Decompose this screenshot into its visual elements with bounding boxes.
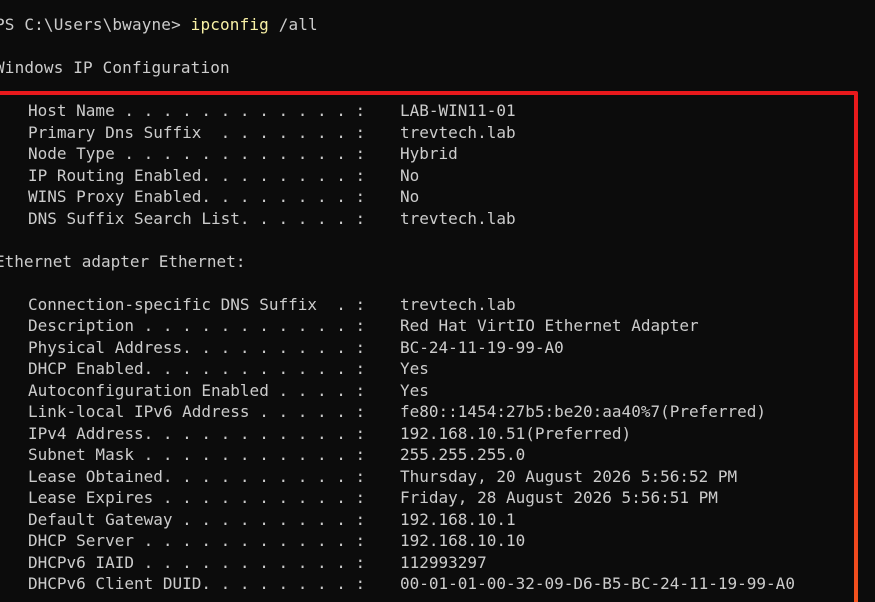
config-value: trevtech.lab xyxy=(400,294,516,314)
config-value: LAB-WIN11-01 xyxy=(400,101,516,120)
config-value: 192.168.10.1 xyxy=(400,509,516,529)
config-value: Thursday, 20 August 2026 5:56:52 PM xyxy=(400,466,738,486)
config-value: 192.168.10.10 xyxy=(400,531,526,550)
config-value: Friday, 28 August 2026 5:56:51 PM xyxy=(400,488,718,507)
config-label: DHCPv6 IAID . . . . . . . . . . . : xyxy=(28,552,366,572)
config-label: Host Name . . . . . . . . . . . . : xyxy=(28,101,366,120)
config-label: Primary Dns Suffix . . . . . . . : xyxy=(28,122,366,142)
config-value: fe80::1454:27b5:be20:aa40%7(Preferred) xyxy=(400,402,767,421)
config-label: Physical Address. . . . . . . . . : xyxy=(28,337,366,357)
config-label: Connection-specific DNS Suffix . : xyxy=(28,294,366,314)
command-text: ipconfig xyxy=(190,15,269,34)
config-label: Autoconfiguration Enabled . . . . : xyxy=(28,380,366,400)
config-label: Default Gateway . . . . . . . . . : xyxy=(28,509,366,529)
config-label: Node Type . . . . . . . . . . . . : xyxy=(28,144,366,163)
config-label: WINS Proxy Enabled. . . . . . . . : xyxy=(28,187,366,206)
config-label: Lease Expires . . . . . . . . . . : xyxy=(28,488,366,507)
config-label: IPv4 Address. . . . . . . . . . . : xyxy=(28,423,366,443)
config-label: DHCP Enabled. . . . . . . . . . . : xyxy=(28,359,366,378)
command-args: /all xyxy=(268,15,318,34)
config-value: No xyxy=(400,165,420,185)
config-value: 192.168.10.51(Preferred) xyxy=(400,423,632,443)
config-label: DHCPv6 Client DUID. . . . . . . . : xyxy=(28,574,366,593)
config-value: No xyxy=(400,187,420,206)
config-value: 112993297 xyxy=(400,552,487,572)
config-label: IP Routing Enabled. . . . . . . . : xyxy=(28,165,366,185)
config-label: DNS Suffix Search List. . . . . . : xyxy=(28,208,366,228)
config-label: Link-local IPv6 Address . . . . . : xyxy=(28,402,366,421)
config-value: trevtech.lab xyxy=(400,208,516,228)
adapter-heading: Ethernet adapter Ethernet: xyxy=(0,251,246,271)
config-label: DHCP Server . . . . . . . . . . . : xyxy=(28,531,366,550)
config-label: Subnet Mask . . . . . . . . . . . : xyxy=(28,445,366,464)
config-value: Yes xyxy=(400,380,429,400)
prompt-text: PS C:\Users\bwayne> xyxy=(0,15,191,34)
section-heading: Windows IP Configuration xyxy=(0,58,230,77)
config-value: Yes xyxy=(400,359,429,378)
config-label: Lease Obtained. . . . . . . . . . : xyxy=(28,466,366,486)
config-value: Red Hat VirtIO Ethernet Adapter xyxy=(400,316,699,335)
config-value: trevtech.lab xyxy=(400,122,516,142)
config-value: BC-24-11-19-99-A0 xyxy=(400,337,564,357)
config-value: Hybrid xyxy=(400,144,458,163)
config-value: 255.255.255.0 xyxy=(400,445,526,464)
prompt-line: PS C:\Users\bwayne> ipconfig /all xyxy=(0,14,318,35)
config-value: 00-01-01-00-32-09-D6-B5-BC-24-11-19-99-A… xyxy=(400,574,795,593)
config-label: Description . . . . . . . . . . . : xyxy=(28,316,366,335)
terminal-window[interactable]: PS C:\Users\bwayne> ipconfig /all Window… xyxy=(0,0,875,602)
